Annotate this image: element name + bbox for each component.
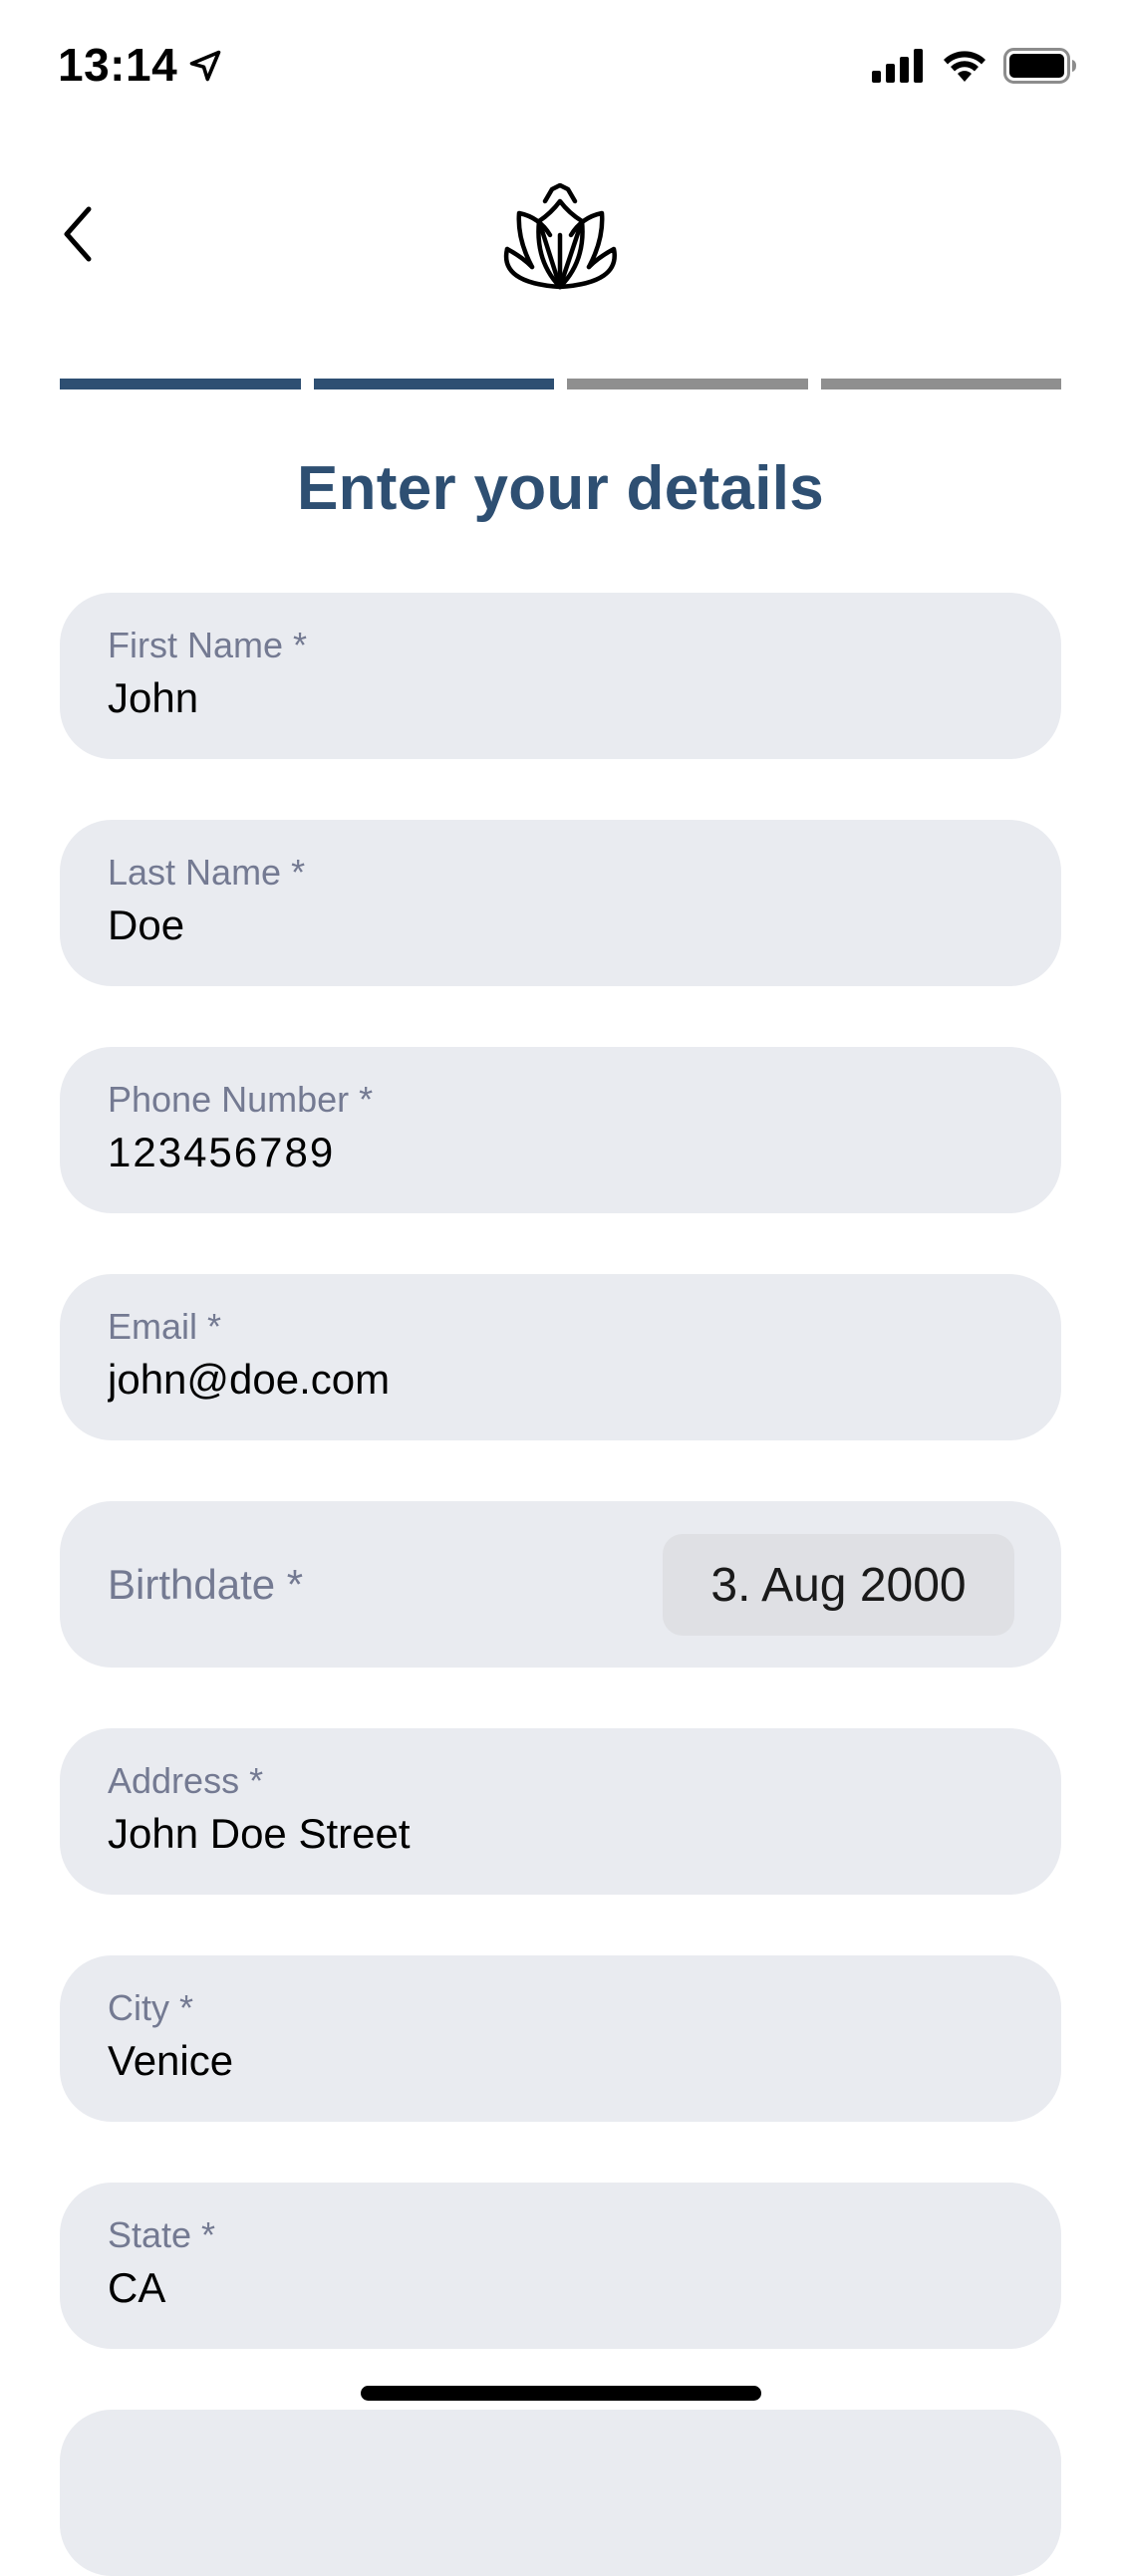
first-name-input[interactable] (108, 674, 1004, 722)
city-label: City * (108, 1987, 194, 2028)
cellular-signal-icon (872, 49, 923, 83)
last-name-input[interactable] (108, 902, 1004, 949)
back-button[interactable] (48, 199, 108, 269)
birthdate-picker[interactable]: 3. Aug 2000 (663, 1534, 1014, 1636)
email-label: Email * (108, 1306, 222, 1347)
status-time-text: 13:14 (58, 39, 178, 91)
progress-step-2 (313, 379, 554, 389)
address-field[interactable]: Address * (60, 1728, 1061, 1895)
location-arrow-icon (189, 50, 221, 82)
state-label: State * (108, 2214, 216, 2255)
nav-bar (0, 169, 1121, 309)
chevron-left-icon (64, 206, 92, 262)
next-field[interactable] (60, 2410, 1061, 2576)
email-input[interactable] (108, 1356, 1004, 1404)
first-name-label: First Name * (108, 625, 308, 665)
phone-number-input[interactable] (108, 1129, 1004, 1176)
address-input[interactable] (108, 1810, 1004, 1858)
lotus-logo-icon (503, 183, 617, 290)
city-field[interactable]: City * (60, 1955, 1061, 2122)
first-name-field[interactable]: First Name * (60, 593, 1061, 759)
status-icons (872, 48, 1077, 84)
progress-step-4 (820, 379, 1061, 389)
address-label: Address * (108, 1760, 264, 1801)
progress-step-3 (567, 379, 808, 389)
progress-step-1 (60, 379, 301, 389)
status-time: 13:14 (58, 38, 223, 92)
birthdate-field: Birthdate * 3. Aug 2000 (60, 1501, 1061, 1668)
phone-number-field[interactable]: Phone Number * (60, 1047, 1061, 1213)
phone-number-label: Phone Number * (108, 1079, 374, 1120)
page-title: Enter your details (296, 454, 825, 523)
state-input[interactable] (108, 2264, 1004, 2312)
state-field[interactable]: State * (60, 2183, 1061, 2349)
progress-steps (60, 379, 1061, 389)
email-field[interactable]: Email * (60, 1274, 1061, 1440)
last-name-label: Last Name * (108, 852, 306, 893)
wifi-icon (944, 51, 985, 82)
city-input[interactable] (108, 2037, 1004, 2085)
last-name-field[interactable]: Last Name * (60, 820, 1061, 986)
status-bar: 13:14 (0, 0, 1121, 139)
battery-icon (1003, 48, 1076, 84)
birthdate-label: Birthdate * (108, 1560, 304, 1608)
home-indicator[interactable] (361, 2386, 761, 2401)
